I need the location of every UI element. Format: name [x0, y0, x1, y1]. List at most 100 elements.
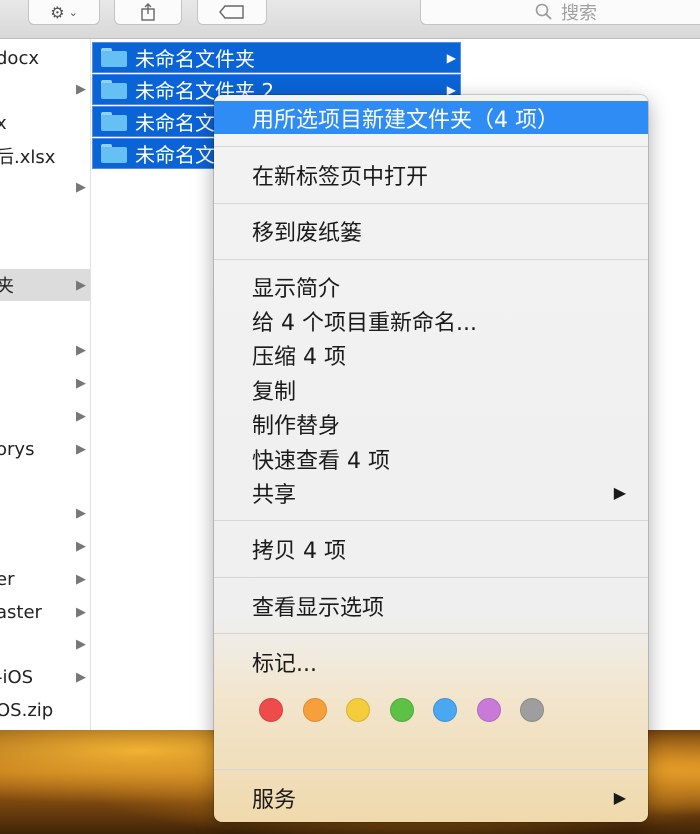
menu-separator — [214, 146, 648, 147]
disclosure-arrow-icon: ▶ — [76, 81, 86, 97]
menu-item-tags[interactable]: 标记... — [214, 645, 648, 678]
tag-color-dot[interactable] — [346, 698, 370, 722]
list-item[interactable]: ▶ — [0, 530, 90, 562]
menu-item-services[interactable]: 服务 ▶ — [214, 781, 648, 814]
list-item[interactable]: ▶ — [0, 171, 90, 203]
list-item[interactable]: ▶ — [0, 497, 90, 529]
menu-item-label: 给 4 个项目重新命名... — [252, 310, 477, 336]
menu-item-label: 拷贝 4 项 — [252, 538, 346, 564]
gear-icon: ⚙ — [50, 2, 65, 22]
menu-item-move-to-trash[interactable]: 移到废纸篓 — [214, 214, 648, 247]
edit-tags-button[interactable] — [197, 0, 267, 25]
menu-item-label: 服务 — [252, 787, 297, 813]
list-item[interactable]: ▶ — [0, 334, 90, 366]
menu-separator — [214, 577, 648, 578]
menu-item-label: 压缩 4 项 — [252, 344, 346, 370]
menu-item-copy[interactable]: 拷贝 4 项 — [214, 532, 648, 565]
list-item[interactable]: ▶ — [0, 628, 90, 660]
finder-toolbar: ⚙ ⌄ 搜索 — [0, 0, 700, 39]
tag-color-dot[interactable] — [433, 698, 457, 722]
menu-item-open-in-new-tab[interactable]: 在新标签页中打开 — [214, 158, 648, 191]
disclosure-arrow-icon: ▶ — [76, 505, 86, 521]
menu-item-label: 用所选项目新建文件夹（4 项） — [252, 107, 559, 133]
list-item-label: er — [0, 568, 15, 590]
menu-item-get-info[interactable]: 显示简介 — [214, 270, 648, 303]
left-column-list: docx ▶ x 后.xlsx ▶ 夹 ▶ ▶ ▶ ▶ orys ▶ ▶ ▶ er ▶… — [0, 39, 91, 730]
menu-item-new-folder-with-selection[interactable]: 用所选项目新建文件夹（4 项） — [214, 101, 648, 134]
list-item-selected[interactable]: 夹 ▶ — [0, 269, 90, 301]
list-item[interactable]: docx — [0, 42, 90, 74]
list-item-label: x — [0, 112, 7, 134]
submenu-arrow-icon: ▶ — [613, 483, 626, 502]
disclosure-arrow-icon: ▶ — [76, 604, 86, 620]
menu-item-compress[interactable]: 压缩 4 项 — [214, 338, 648, 371]
disclosure-arrow-icon: ▶ — [76, 571, 86, 587]
list-item[interactable]: 后.xlsx — [0, 140, 90, 172]
menu-item-label: 标记... — [252, 651, 317, 677]
menu-item-label: 共享 — [252, 482, 297, 508]
tag-color-dot[interactable] — [259, 698, 283, 722]
folder-icon — [101, 48, 127, 67]
share-icon — [141, 3, 155, 21]
disclosure-arrow-icon: ▶ — [76, 441, 86, 457]
list-item-label: -iOS — [0, 666, 34, 688]
submenu-arrow-icon: ▶ — [613, 788, 626, 807]
disclosure-arrow-icon: ▶ — [76, 342, 86, 358]
search-placeholder: 搜索 — [561, 3, 597, 24]
list-item[interactable]: orys ▶ — [0, 433, 90, 465]
list-item[interactable]: -iOS ▶ — [0, 661, 90, 693]
search-field[interactable]: 搜索 — [420, 0, 700, 25]
menu-item-label: 查看显示选项 — [252, 595, 385, 621]
list-item-label: OS.zip — [0, 699, 54, 721]
list-item[interactable]: ▶ — [0, 73, 90, 105]
menu-item-share[interactable]: 共享 ▶ — [214, 476, 648, 509]
search-icon — [535, 3, 552, 20]
folder-icon — [101, 112, 127, 131]
folder-name: 未命名文件夹 — [135, 47, 255, 71]
disclosure-arrow-icon: ▶ — [76, 375, 86, 391]
list-item[interactable]: aster ▶ — [0, 596, 90, 628]
list-item[interactable]: x — [0, 107, 90, 139]
list-item-label: 后.xlsx — [0, 147, 56, 168]
menu-item-label: 在新标签页中打开 — [252, 164, 429, 190]
selected-folder-row[interactable]: 未命名文件夹 ▶ — [92, 42, 461, 73]
menu-separator — [214, 769, 648, 770]
menu-item-quick-look[interactable]: 快速查看 4 项 — [214, 442, 648, 475]
tag-color-dot[interactable] — [302, 698, 327, 722]
folder-name: 未命名文 — [135, 143, 215, 167]
disclosure-arrow-icon: ▶ — [446, 50, 456, 65]
list-item-label: orys — [0, 438, 35, 460]
menu-item-label: 制作替身 — [252, 413, 341, 439]
context-menu: 用所选项目新建文件夹（4 项） 在新标签页中打开 移到废纸篓 显示简介 给 4 … — [214, 95, 648, 822]
disclosure-arrow-icon: ▶ — [76, 538, 86, 554]
folder-name: 未命名文 — [135, 111, 215, 135]
share-button[interactable] — [114, 0, 182, 25]
menu-item-label: 复制 — [252, 379, 297, 405]
disclosure-arrow-icon: ▶ — [76, 669, 86, 685]
list-item[interactable]: er ▶ — [0, 563, 90, 595]
menu-separator — [214, 203, 648, 204]
list-item-label: aster — [0, 601, 42, 623]
menu-separator — [214, 259, 648, 260]
list-item-label: docx — [0, 47, 39, 69]
tag-color-dot[interactable] — [476, 698, 501, 722]
chevron-down-icon: ⌄ — [68, 5, 78, 19]
menu-item-label: 显示简介 — [252, 276, 341, 302]
menu-item-label: 快速查看 4 项 — [252, 448, 390, 474]
disclosure-arrow-icon: ▶ — [76, 636, 86, 652]
menu-item-show-view-options[interactable]: 查看显示选项 — [214, 589, 648, 622]
folder-icon — [101, 144, 127, 163]
list-item-label: 夹 — [0, 276, 14, 297]
tag-color-dot[interactable] — [520, 698, 544, 722]
tag-color-dot[interactable] — [389, 698, 414, 722]
action-menu-button[interactable]: ⚙ ⌄ — [28, 0, 100, 25]
list-item[interactable]: ▶ — [0, 367, 90, 399]
list-item[interactable]: OS.zip — [0, 694, 90, 726]
list-item[interactable]: ▶ — [0, 400, 90, 432]
menu-item-make-alias[interactable]: 制作替身 — [214, 407, 648, 440]
menu-separator — [214, 520, 648, 521]
tag-icon — [219, 5, 244, 19]
disclosure-arrow-icon: ▶ — [76, 179, 86, 195]
menu-item-duplicate[interactable]: 复制 — [214, 373, 648, 406]
menu-item-rename[interactable]: 给 4 个项目重新命名... — [214, 304, 648, 337]
